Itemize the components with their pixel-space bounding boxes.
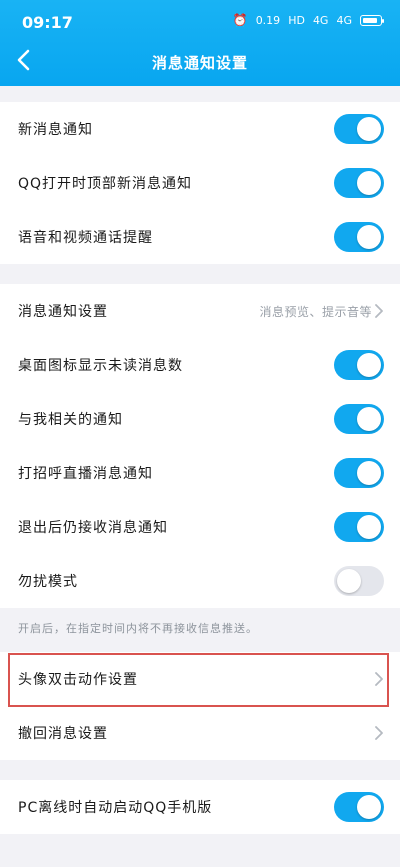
toggle-new-message-notification[interactable]: [334, 114, 384, 144]
toggle-related-to-me[interactable]: [334, 404, 384, 434]
label-desktop-badge-unread: 桌面图标显示未读消息数: [18, 358, 183, 374]
toggle-do-not-disturb[interactable]: [334, 566, 384, 596]
row-do-not-disturb[interactable]: 勿扰模式: [0, 554, 400, 608]
status-bar: 09:17 ⏰ 0.19 HD 4G 4G: [0, 0, 400, 44]
status-icons: ⏰ 0.19 HD 4G 4G: [232, 13, 384, 27]
section-pc-offline: PC离线时自动启动QQ手机版: [0, 780, 400, 834]
label-avatar-double-click-action: 头像双击动作设置: [18, 672, 138, 688]
row-recall-message-settings[interactable]: 撤回消息设置: [0, 706, 400, 760]
dnd-note: 开启后，在指定时间内将不再接收信息推送。: [18, 622, 258, 635]
status-time: 09:17: [22, 13, 73, 32]
label-greeting-live-notification: 打招呼直播消息通知: [18, 466, 153, 482]
speed-indicator: 0.19: [255, 13, 281, 27]
chevron-right-icon: [375, 304, 383, 318]
row-related-to-me[interactable]: 与我相关的通知: [0, 392, 400, 446]
label-recall-message-settings: 撤回消息设置: [18, 726, 108, 742]
alarm-icon: ⏰: [232, 13, 248, 27]
row-avatar-double-click-action[interactable]: 头像双击动作设置: [0, 652, 400, 706]
toggle-top-new-message-notification[interactable]: [334, 168, 384, 198]
section-actions: 头像双击动作设置 撤回消息设置: [0, 652, 400, 760]
row-top-new-message-notification[interactable]: QQ打开时顶部新消息通知: [0, 156, 400, 210]
value-message-notification-settings: 消息预览、提示音等: [259, 304, 372, 319]
label-do-not-disturb: 勿扰模式: [18, 574, 78, 590]
row-pc-offline-auto-start[interactable]: PC离线时自动启动QQ手机版: [0, 780, 400, 834]
row-receive-after-exit[interactable]: 退出后仍接收消息通知: [0, 500, 400, 554]
label-voice-video-call-reminder: 语音和视频通话提醒: [18, 230, 153, 246]
app-header: 09:17 ⏰ 0.19 HD 4G 4G 消息通知设置: [0, 0, 400, 86]
row-desktop-badge-unread[interactable]: 桌面图标显示未读消息数: [0, 338, 400, 392]
battery-icon: [360, 14, 384, 26]
label-new-message-notification: 新消息通知: [18, 122, 93, 138]
section-notification-settings: 消息通知设置 消息预览、提示音等 桌面图标显示未读消息数 与我相关的通知 打招呼…: [0, 284, 400, 608]
toggle-receive-after-exit[interactable]: [334, 512, 384, 542]
signal-icon-1: 4G: [312, 13, 329, 27]
label-top-new-message-notification: QQ打开时顶部新消息通知: [18, 176, 193, 192]
label-receive-after-exit: 退出后仍接收消息通知: [18, 520, 168, 536]
chevron-right-icon: [375, 726, 383, 740]
section-notifications-basic: 新消息通知 QQ打开时顶部新消息通知 语音和视频通话提醒: [0, 102, 400, 264]
toggle-desktop-badge-unread[interactable]: [334, 350, 384, 380]
signal-icon-2: 4G: [336, 13, 352, 27]
row-voice-video-call-reminder[interactable]: 语音和视频通话提醒: [0, 210, 400, 264]
label-related-to-me: 与我相关的通知: [18, 412, 123, 428]
hd-indicator: HD: [288, 13, 305, 27]
toggle-voice-video-call-reminder[interactable]: [334, 222, 384, 252]
label-pc-offline-auto-start: PC离线时自动启动QQ手机版: [18, 800, 213, 816]
row-message-notification-settings[interactable]: 消息通知设置 消息预览、提示音等: [0, 284, 400, 338]
page-title: 消息通知设置: [151, 54, 248, 72]
toggle-greeting-live-notification[interactable]: [334, 458, 384, 488]
toggle-pc-offline-auto-start[interactable]: [334, 792, 384, 822]
row-new-message-notification[interactable]: 新消息通知: [0, 102, 400, 156]
label-message-notification-settings: 消息通知设置: [18, 304, 108, 320]
chevron-right-icon: [375, 672, 383, 686]
row-greeting-live-notification[interactable]: 打招呼直播消息通知: [0, 446, 400, 500]
